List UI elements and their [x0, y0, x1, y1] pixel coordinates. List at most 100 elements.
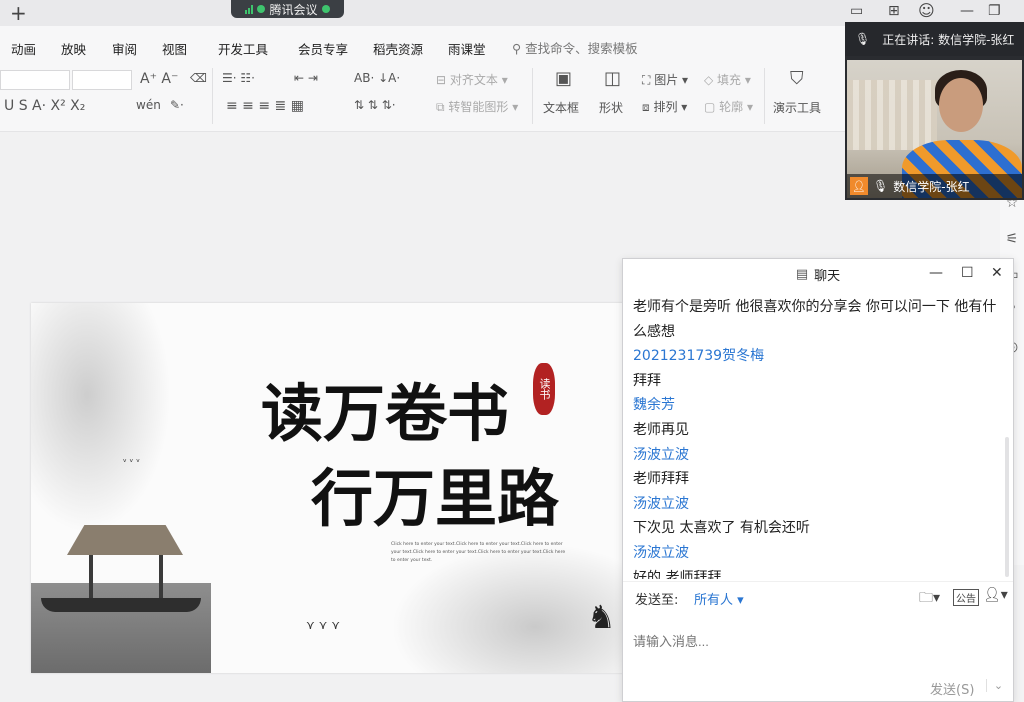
menu-rain-classroom[interactable]: 雨课堂 — [448, 39, 486, 58]
chat-title: 聊天 — [814, 268, 841, 284]
grid-icon[interactable]: ⊞ — [888, 3, 900, 19]
person-face — [939, 78, 983, 132]
participant-name-bar: 👤︎ 🎙︎ 数信学院-张红 — [847, 174, 1022, 198]
chat-sender[interactable]: 汤波立波 — [633, 492, 1007, 517]
text-style-icons[interactable]: U S A· X² X₂ — [4, 98, 85, 114]
send-target-dropdown[interactable]: 所有人 ▾ — [694, 589, 744, 608]
menu-view[interactable]: 视图 — [162, 39, 187, 58]
smart-art-button[interactable]: ⧉ 转智能图形 ▾ — [436, 98, 518, 115]
water-image — [31, 583, 211, 673]
text-direction-icon[interactable]: AB· ↓A· — [354, 71, 400, 85]
mic-icon: 🎙︎ — [873, 179, 889, 193]
ribbon-separator — [532, 68, 533, 124]
present-tools-icon: ⛉ — [790, 68, 804, 89]
slide-title-line1: 读万卷书 — [261, 377, 510, 450]
chat-sender[interactable]: 汤波立波 — [633, 541, 1007, 566]
chat-scrollbar[interactable] — [1005, 437, 1009, 577]
command-search[interactable]: ⚲ 查找命令、搜索模板 — [512, 38, 638, 57]
maximize-icon[interactable]: ☐ — [961, 265, 974, 281]
menu-review[interactable]: 审阅 — [112, 39, 137, 58]
search-icon: ⚲ — [512, 41, 522, 56]
menu-slideshow[interactable]: 放映 — [61, 39, 86, 58]
arrange-label: 排列 — [653, 100, 678, 114]
shape-button[interactable]: 形状 — [599, 99, 623, 116]
font-name-combo[interactable] — [0, 70, 70, 90]
picture-label: 图片 — [654, 73, 679, 87]
red-seal-stamp: 读书 — [533, 363, 555, 415]
menu-developer[interactable]: 开发工具 — [218, 39, 268, 58]
user-settings-icon[interactable]: 👤︎▾ — [983, 587, 1008, 603]
align-text-button[interactable]: ⊟ 对齐文本 ▾ — [436, 71, 508, 88]
clear-format-icon[interactable]: ⌫ — [190, 71, 207, 85]
slide-placeholder-text: Click here to enter your text.Click here… — [391, 542, 566, 563]
birds-icon: ⋎ ⋎ ⋎ — [306, 618, 340, 632]
menu-animation[interactable]: 动画 — [11, 39, 36, 58]
arrange-button[interactable]: ⧈ 排列 ▾ — [642, 98, 687, 115]
shape-icon: ◫ — [604, 68, 622, 89]
horse-icon: ♞ — [587, 598, 616, 636]
avatar-icon[interactable]: ☺ — [918, 1, 935, 20]
meeting-pill-label: 腾讯会议 — [269, 2, 318, 17]
smart-art-label: 转智能图形 — [448, 100, 509, 114]
chat-header: ▤ 聊天 — [623, 259, 1013, 289]
announcement-icon[interactable]: 公告 — [953, 589, 979, 606]
minimize-icon[interactable]: — — [929, 265, 943, 281]
bookshelf-image — [847, 80, 937, 150]
chat-sender[interactable]: 2021231739贺冬梅 — [633, 344, 1007, 369]
send-options-chevron-icon[interactable]: ⌄ — [986, 679, 1010, 692]
align-icons[interactable]: ≡ ≡ ≡ ≣ ▦ — [226, 98, 304, 114]
indent-icon[interactable]: ⇤ ⇥ — [294, 71, 318, 85]
send-options-row: 发送至: 所有人 ▾ 🗀︎▾ 公告 👤︎▾ — [623, 581, 1013, 609]
birds-icon: ᵛ ᵛ ᵛ — [123, 458, 140, 468]
fill-button[interactable]: ◇ 填充 ▾ — [704, 71, 751, 88]
file-icon[interactable]: 🗀︎▾ — [919, 587, 940, 611]
text-box-icon: ▣ — [555, 68, 573, 89]
ribbon-separator — [764, 68, 765, 124]
status-icon — [321, 5, 330, 13]
bullet-list-icon[interactable]: ☰· ☷· — [222, 71, 255, 85]
current-slide[interactable]: 读万卷书 行万里路 读书 Click here to enter your te… — [31, 303, 625, 673]
send-button[interactable]: 发送(S) — [930, 679, 974, 698]
chat-messages: 老师有个是旁听 他很喜欢你的分享会 你可以问一下 他有什么感想 20212317… — [633, 295, 1007, 579]
outline-label: 轮廓 — [719, 100, 744, 114]
star-icon[interactable]: ☆ — [1000, 195, 1024, 231]
speaking-label: 正在讲话: 数信学院-张红 — [882, 32, 1015, 47]
font-size-combo[interactable] — [72, 70, 132, 90]
chat-sender[interactable]: 汤波立波 — [633, 443, 1007, 468]
text-box-button[interactable]: 文本框 — [543, 99, 579, 116]
new-tab-button[interactable]: + — [10, 1, 27, 25]
boat-image — [41, 598, 201, 612]
line-spacing-icon[interactable]: ⇅ ⇅ ⇅· — [354, 98, 396, 112]
ribbon-separator — [212, 68, 213, 124]
chat-message: 下次见 太喜欢了 有机会还听 — [633, 520, 810, 537]
layout-view-icon[interactable]: ▭ — [850, 3, 863, 19]
chat-message: 老师拜拜 — [633, 471, 689, 488]
picture-button[interactable]: ⛶ 图片 ▾ — [642, 71, 688, 88]
highlight-icon[interactable]: ✎· — [170, 98, 184, 112]
fill-label: 填充 — [717, 73, 742, 87]
present-tools-button[interactable]: 演示工具 — [773, 99, 821, 116]
chat-sender[interactable]: 魏余芳 — [633, 393, 1007, 418]
app-window: + 腾讯会议 ▭ ⊞ ☺ — ❐ 动画 放映 审阅 视图 开发工具 会员专享 稻… — [0, 0, 1024, 702]
meeting-video-panel: 🎙︎ 正在讲话: 数信学院-张红 👤︎ 🎙︎ 数信学院-张红 — [845, 22, 1024, 200]
menu-docer[interactable]: 稻壳资源 — [373, 39, 423, 58]
slide-title-line2: 行万里路 — [311, 462, 560, 535]
mic-icon: 🎙︎ — [855, 32, 871, 46]
speaking-indicator: 🎙︎ 正在讲话: 数信学院-张红 — [845, 22, 1024, 56]
menu-member[interactable]: 会员专享 — [298, 39, 348, 58]
user-avatar-icon: 👤︎ — [850, 177, 868, 195]
font-grow-icon[interactable]: A⁺ A⁻ — [140, 71, 178, 87]
mic-active-icon — [257, 5, 266, 13]
participant-name: 数信学院-张红 — [893, 179, 970, 194]
chat-message: 好的 老师拜拜 — [633, 569, 722, 579]
chat-message-input[interactable] — [633, 611, 1003, 671]
restore-icon[interactable]: ❐ — [988, 3, 1001, 19]
minimize-icon[interactable]: — — [960, 3, 974, 19]
command-search-label: 查找命令、搜索模板 — [525, 41, 638, 56]
close-icon[interactable]: ✕ — [991, 265, 1003, 281]
chat-message: 拜拜 — [633, 372, 661, 389]
outline-button[interactable]: ▢ 轮廓 ▾ — [704, 98, 753, 115]
pinyin-button[interactable]: wén — [136, 98, 161, 112]
chat-message: 老师再见 — [633, 421, 689, 438]
meeting-pill[interactable]: 腾讯会议 — [231, 0, 344, 18]
